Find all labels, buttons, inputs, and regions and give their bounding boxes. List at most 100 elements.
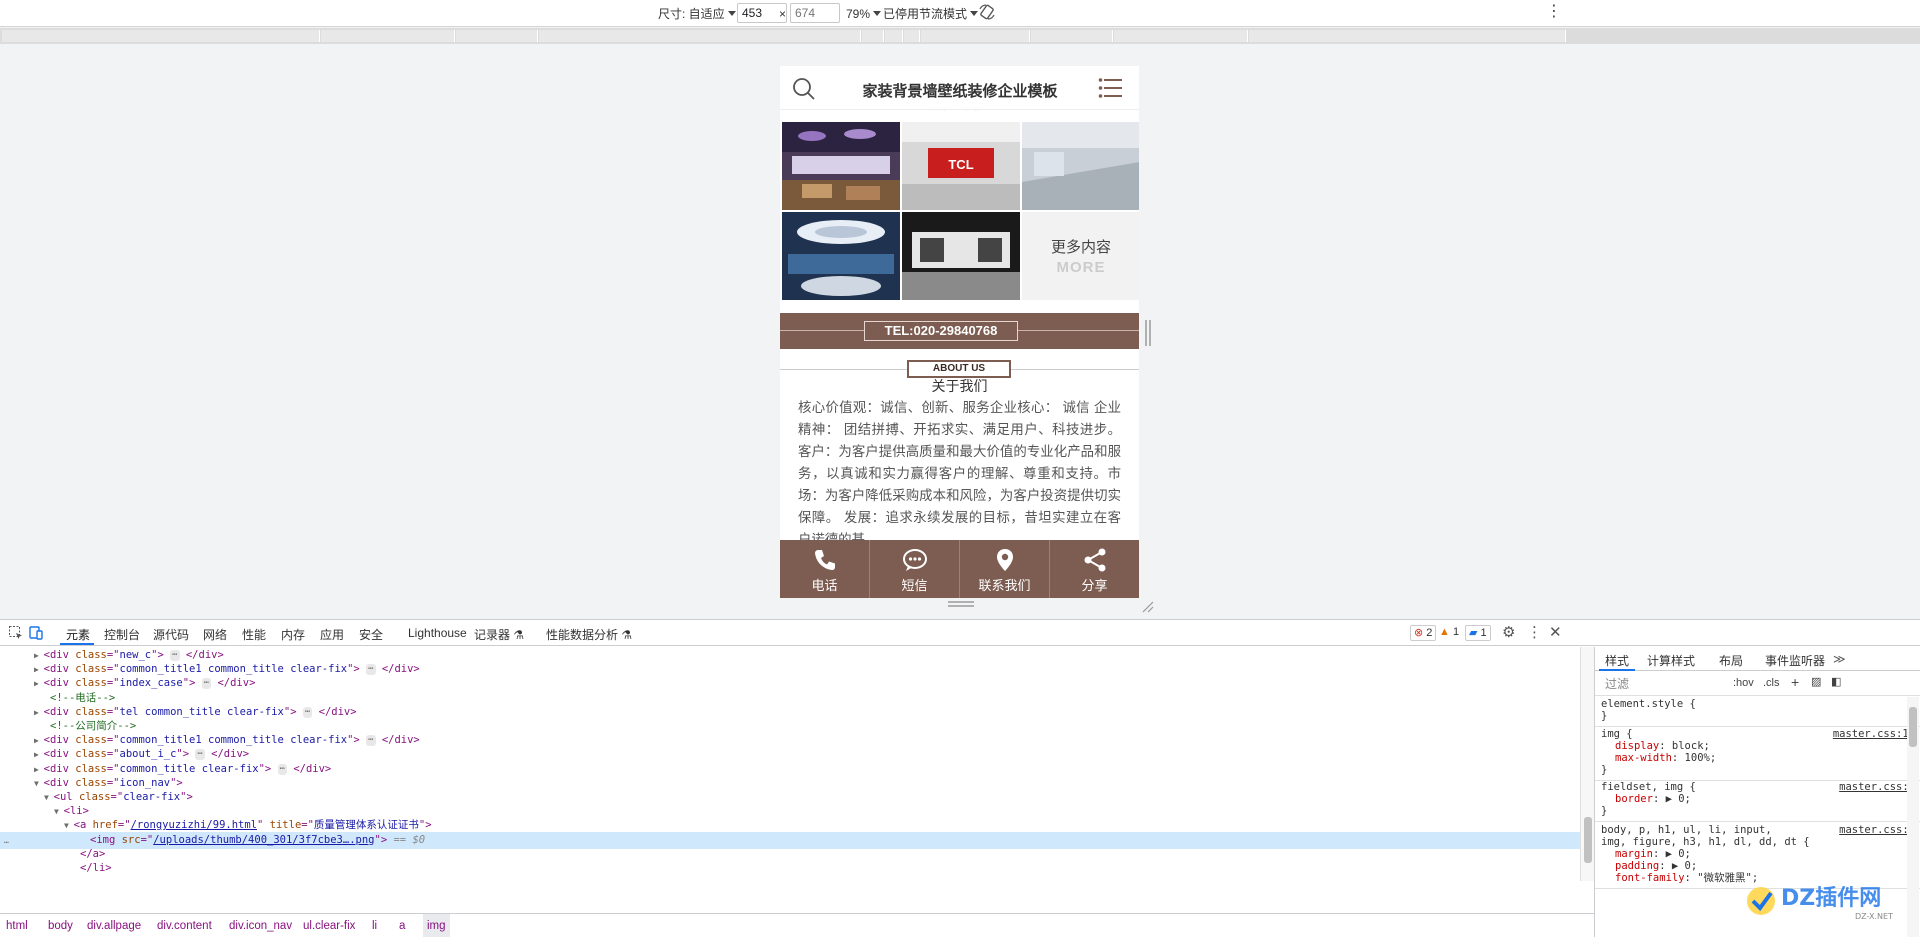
- breadcrumb-item[interactable]: div.content: [157, 914, 212, 937]
- media-query-segment[interactable]: [1031, 30, 1113, 42]
- nav-item-share[interactable]: 分享: [1050, 540, 1139, 598]
- expand-toggle-icon[interactable]: ▶: [34, 750, 44, 759]
- resize-width-handle[interactable]: [1144, 318, 1152, 348]
- rule-source-link[interactable]: master.css:5: [1839, 824, 1915, 836]
- breadcrumb-item[interactable]: div.allpage: [87, 914, 141, 937]
- nav-item-phone[interactable]: 电话: [780, 540, 870, 598]
- more-tabs-icon[interactable]: ≫: [1833, 652, 1846, 666]
- expand-toggle-icon[interactable]: ▼: [44, 793, 54, 802]
- nav-item-contact[interactable]: 联系我们: [960, 540, 1050, 598]
- devtools-menu-icon[interactable]: ⋮: [1527, 623, 1542, 641]
- css-property[interactable]: border: ▶ 0;: [1601, 793, 1915, 805]
- style-rule[interactable]: element.style {}: [1595, 694, 1920, 727]
- tel-number[interactable]: TEL:020-29840768: [864, 321, 1018, 341]
- media-query-segment[interactable]: [321, 30, 455, 42]
- css-property[interactable]: margin: ▶ 0;: [1601, 848, 1915, 860]
- more-options-icon[interactable]: ⋮: [1546, 3, 1562, 21]
- media-query-bar[interactable]: [0, 28, 1920, 44]
- expand-toggle-icon[interactable]: ▼: [54, 807, 64, 816]
- style-rule[interactable]: fieldset, img {master.css:9 border: ▶ 0;}: [1595, 777, 1920, 822]
- expand-toggle-icon[interactable]: ▶: [34, 708, 44, 717]
- media-query-segment[interactable]: [885, 30, 903, 42]
- collapsed-children-icon[interactable]: ⋯: [366, 735, 376, 747]
- settings-gear-icon[interactable]: ⚙: [1502, 623, 1515, 641]
- media-query-segment[interactable]: [456, 30, 538, 42]
- media-query-segment[interactable]: [539, 30, 861, 42]
- rule-source-link[interactable]: master.css:9: [1839, 781, 1915, 793]
- css-property[interactable]: max-width: 100%;: [1601, 752, 1915, 764]
- rule-source-link[interactable]: master.css:10: [1833, 728, 1915, 740]
- close-icon[interactable]: ✕: [1549, 623, 1562, 641]
- tab-console[interactable]: 控制台: [104, 626, 140, 643]
- sidebar-toggle-icon[interactable]: ◧: [1831, 675, 1841, 688]
- more-cases-button[interactable]: 更多内容 MORE: [1022, 212, 1139, 300]
- collapsed-children-icon[interactable]: ⋯: [366, 664, 376, 676]
- collapsed-children-icon[interactable]: ⋯: [195, 749, 205, 761]
- breadcrumb-item[interactable]: div.icon_nav: [229, 914, 292, 937]
- new-rule-icon[interactable]: +: [1791, 674, 1799, 690]
- tab-computed[interactable]: 计算样式: [1647, 652, 1695, 669]
- case-thumbnail[interactable]: [1022, 122, 1139, 210]
- expand-toggle-icon[interactable]: ▼: [34, 779, 44, 788]
- device-toggle-icon[interactable]: [28, 625, 44, 641]
- height-input[interactable]: [790, 3, 840, 23]
- collapsed-children-icon[interactable]: ⋯: [170, 650, 180, 661]
- throttle-dropdown[interactable]: 已停用节流模式: [883, 5, 979, 23]
- inspect-element-icon[interactable]: [8, 625, 24, 641]
- collapsed-children-icon[interactable]: ⋯: [302, 706, 313, 718]
- media-query-segment[interactable]: [921, 30, 1030, 42]
- expand-toggle-icon[interactable]: ▶: [34, 765, 44, 774]
- breadcrumb-item[interactable]: li: [372, 914, 377, 937]
- error-count-badge[interactable]: ⊗ 2: [1410, 625, 1437, 641]
- tab-recorder[interactable]: 记录器 ⚗: [474, 626, 524, 643]
- tab-security[interactable]: 安全: [359, 626, 383, 643]
- tab-elements[interactable]: 元素: [66, 626, 90, 643]
- breadcrumb-item[interactable]: body: [48, 914, 73, 937]
- styles-filter-input[interactable]: 过滤: [1601, 675, 1741, 693]
- expand-toggle-icon[interactable]: ▼: [64, 821, 74, 830]
- scrollbar-thumb[interactable]: [1909, 707, 1917, 747]
- resize-corner-handle[interactable]: [1141, 600, 1155, 614]
- dom-node-row[interactable]: </li>: [0, 860, 1580, 877]
- media-query-segment[interactable]: [904, 30, 920, 42]
- case-thumbnail[interactable]: TCL: [902, 122, 1020, 210]
- warning-count-badge[interactable]: ▲ 1: [1436, 625, 1462, 641]
- case-thumbnail[interactable]: [902, 212, 1020, 300]
- resize-height-handle[interactable]: [946, 598, 976, 610]
- expand-toggle-icon[interactable]: ▶: [34, 665, 44, 674]
- case-thumbnail[interactable]: [782, 212, 900, 300]
- collapsed-children-icon[interactable]: ⋯: [277, 763, 287, 775]
- scrollbar-thumb[interactable]: [1584, 817, 1592, 863]
- media-query-segment[interactable]: [1249, 30, 1566, 42]
- search-icon[interactable]: [792, 77, 816, 101]
- media-query-segment[interactable]: [1114, 30, 1248, 42]
- rotate-icon[interactable]: [978, 3, 996, 21]
- hov-toggle[interactable]: :hov: [1733, 677, 1754, 689]
- expand-toggle-icon[interactable]: ▶: [34, 679, 44, 688]
- tab-lighthouse[interactable]: Lighthouse: [408, 626, 467, 640]
- elements-dom-tree[interactable]: ▶ <div class="new_c"> ⋯ </div> ▶ <div cla…: [0, 647, 1580, 881]
- case-thumbnail[interactable]: [782, 122, 900, 210]
- breadcrumb-item[interactable]: img: [423, 914, 450, 937]
- zoom-dropdown[interactable]: 79%: [846, 5, 882, 23]
- breadcrumb-item[interactable]: ul.clear-fix: [303, 914, 355, 937]
- paint-icon[interactable]: ▨: [1811, 675, 1821, 688]
- breadcrumb-item[interactable]: a: [399, 914, 405, 937]
- nav-item-message[interactable]: 短信: [870, 540, 960, 598]
- breadcrumb-item[interactable]: html: [6, 914, 28, 937]
- tab-network[interactable]: 网络: [203, 626, 227, 643]
- expand-toggle-icon[interactable]: ▶: [34, 736, 44, 745]
- tab-layout[interactable]: 布局: [1719, 652, 1743, 669]
- tab-sources[interactable]: 源代码: [153, 626, 189, 643]
- tab-application[interactable]: 应用: [320, 626, 344, 643]
- cls-toggle[interactable]: .cls: [1763, 677, 1780, 689]
- menu-icon[interactable]: [1098, 77, 1122, 99]
- tab-event-listeners[interactable]: 事件监听器: [1765, 652, 1825, 669]
- message-count-badge[interactable]: ▰ 1: [1465, 625, 1491, 641]
- attr-link[interactable]: /rongyuzizhi/99.html: [131, 819, 257, 831]
- collapsed-children-icon[interactable]: ⋯: [201, 678, 212, 690]
- dimensions-dropdown[interactable]: 尺寸: 自适应: [658, 5, 736, 23]
- css-property[interactable]: display: block;: [1601, 740, 1915, 752]
- tab-styles[interactable]: 样式: [1605, 652, 1629, 669]
- media-query-segment[interactable]: [862, 30, 884, 42]
